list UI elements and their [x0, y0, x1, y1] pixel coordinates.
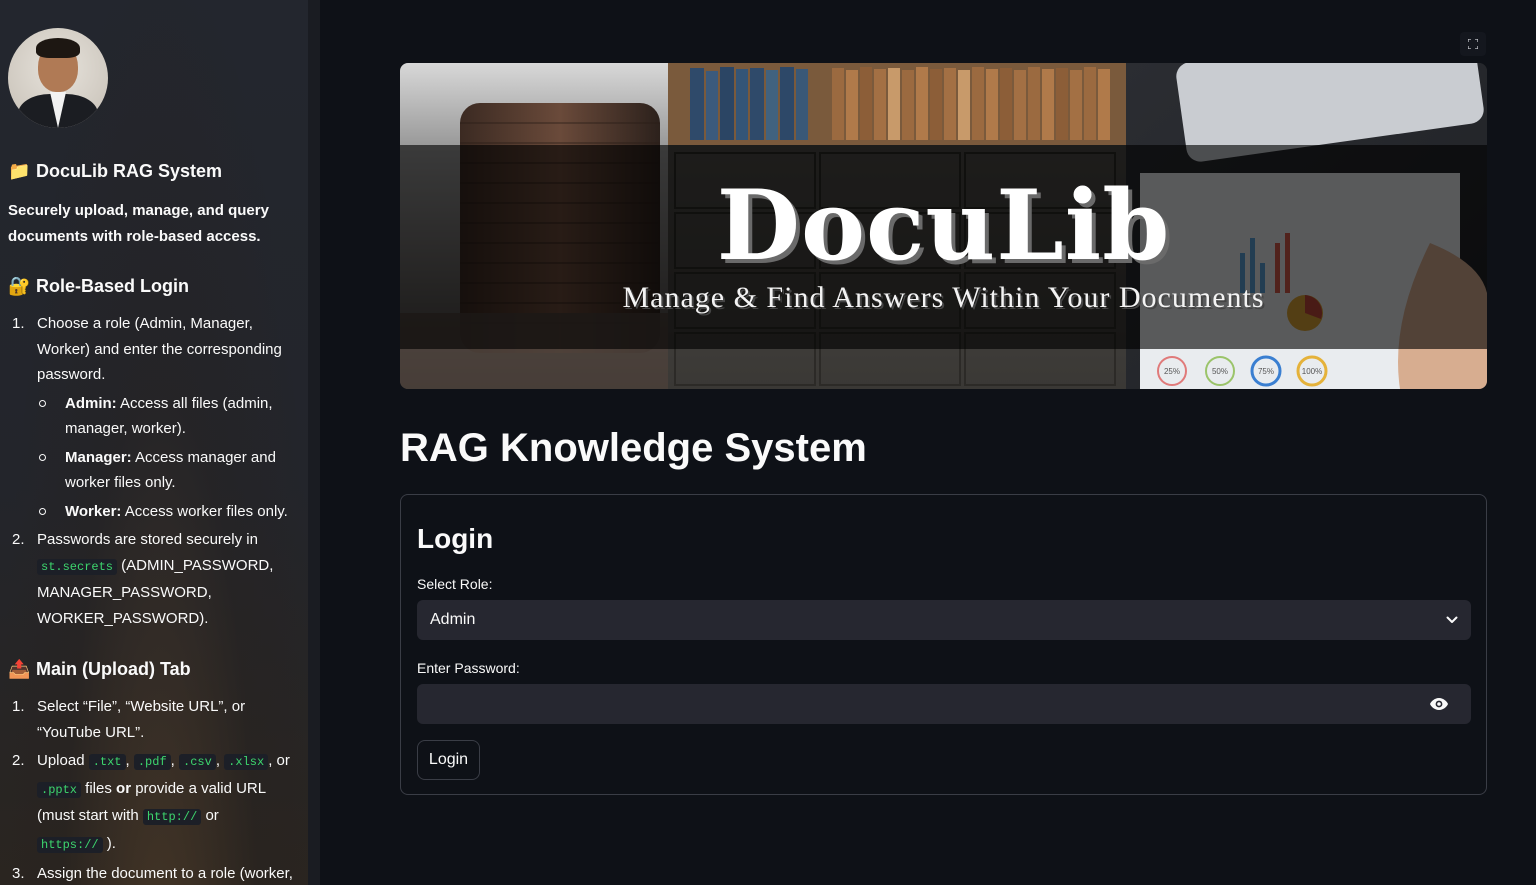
- role-access-list: Admin: Access all files (admin, manager,…: [37, 391, 298, 525]
- folder-icon: 📁: [8, 161, 31, 181]
- list-number: 2.: [12, 752, 25, 769]
- list-number: 1.: [12, 698, 25, 715]
- expand-icon: [1468, 39, 1478, 49]
- eye-icon[interactable]: [1429, 697, 1449, 711]
- hero-banner: 25% 50% 75% 100% DocuLib Manage & Find A…: [400, 63, 1487, 389]
- role-label: Admin:: [65, 394, 117, 412]
- role-description: Access worker files only.: [121, 502, 288, 520]
- list-item: 3. Assign the document to a role (worker…: [8, 861, 298, 885]
- role-select-value: Admin: [430, 611, 476, 628]
- login-heading: Login: [417, 523, 494, 554]
- emphasis-text: or: [116, 779, 132, 797]
- sidebar-title: 📁 DocuLib RAG System: [8, 161, 298, 182]
- app-root: 📁 DocuLib RAG System Securely upload, ma…: [0, 0, 1536, 885]
- role-label: Manager:: [65, 448, 132, 466]
- list-number: 3.: [12, 865, 25, 882]
- list-item-text: ).: [102, 834, 116, 852]
- password-field: [417, 684, 1471, 724]
- sidebar: 📁 DocuLib RAG System Securely upload, ma…: [0, 0, 320, 885]
- chevron-down-icon: [1446, 616, 1458, 623]
- inline-code: .txt: [88, 754, 126, 770]
- gauge-label: 25%: [1164, 367, 1180, 376]
- gauge-label: 75%: [1258, 367, 1274, 376]
- list-item: 2. Upload .txt, .pdf, .csv, .xlsx, or .p…: [8, 748, 298, 858]
- outbox-tray-icon: 📤: [8, 659, 31, 679]
- list-item-text: or: [201, 807, 219, 824]
- list-item: Manager: Access manager and worker files…: [37, 445, 298, 496]
- page-title: RAG Knowledge System: [400, 426, 867, 470]
- section-heading-login: 🔐 Role-Based Login: [8, 276, 298, 297]
- inline-code: .csv: [179, 754, 216, 770]
- list-item-text: Choose a role (Admin, Manager, Worker) a…: [37, 315, 282, 383]
- list-item-text: files: [81, 779, 117, 797]
- inline-code: st.secrets: [37, 558, 118, 575]
- sidebar-description: Securely upload, manage, and query docum…: [8, 202, 269, 245]
- fullscreen-button[interactable]: [1460, 32, 1486, 56]
- list-item-text: Upload: [37, 752, 89, 769]
- banner-image: 25% 50% 75% 100%: [400, 63, 1487, 389]
- inline-code: http://: [142, 809, 202, 825]
- list-item: 2. Passwords are stored securely in st.s…: [8, 527, 298, 631]
- section-heading-login-text: Role-Based Login: [36, 276, 190, 296]
- sidebar-title-text: DocuLib RAG System: [36, 161, 223, 181]
- role-label: Select Role:: [417, 576, 493, 592]
- list-item: Admin: Access all files (admin, manager,…: [37, 391, 298, 442]
- list-item: Worker: Access worker files only.: [37, 499, 298, 525]
- login-button[interactable]: Login: [417, 740, 480, 780]
- role-label: Worker:: [65, 502, 122, 520]
- password-label: Enter Password:: [417, 660, 520, 676]
- list-item-text: Passwords are stored securely in: [37, 531, 258, 548]
- password-input[interactable]: [429, 684, 1409, 724]
- separator: ,: [125, 752, 134, 769]
- gauge-label: 50%: [1212, 367, 1228, 376]
- inline-code: .pptx: [37, 781, 82, 798]
- list-item-text: Select “File”, “Website URL”, or “YouTub…: [37, 698, 246, 741]
- separator: ,: [215, 752, 225, 769]
- list-number: 2.: [12, 531, 25, 548]
- separator: , or: [268, 752, 290, 769]
- login-instructions-list: 1. Choose a role (Admin, Manager, Worker…: [8, 311, 298, 631]
- lock-key-icon: 🔐: [8, 276, 31, 296]
- list-item: 1. Select “File”, “Website URL”, or “You…: [8, 694, 298, 745]
- inline-code: .pdf: [133, 754, 171, 770]
- upload-instructions-list: 1. Select “File”, “Website URL”, or “You…: [8, 694, 298, 885]
- inline-code: https://: [37, 836, 103, 853]
- section-heading-upload-text: Main (Upload) Tab: [36, 659, 191, 679]
- inline-code: .xlsx: [224, 754, 269, 770]
- avatar: [8, 28, 108, 128]
- role-select[interactable]: Admin: [417, 600, 1471, 640]
- list-item-text: Assign the document to a role (worker,: [37, 865, 293, 882]
- sidebar-content: 📁 DocuLib RAG System Securely upload, ma…: [8, 28, 298, 885]
- separator: ,: [170, 752, 180, 769]
- list-item: 1. Choose a role (Admin, Manager, Worker…: [8, 311, 298, 524]
- section-heading-upload: 📤 Main (Upload) Tab: [8, 659, 298, 680]
- login-form: Login Select Role: Admin Enter Password:…: [400, 494, 1487, 795]
- gauge-label: 100%: [1302, 367, 1322, 376]
- list-number: 1.: [12, 315, 25, 332]
